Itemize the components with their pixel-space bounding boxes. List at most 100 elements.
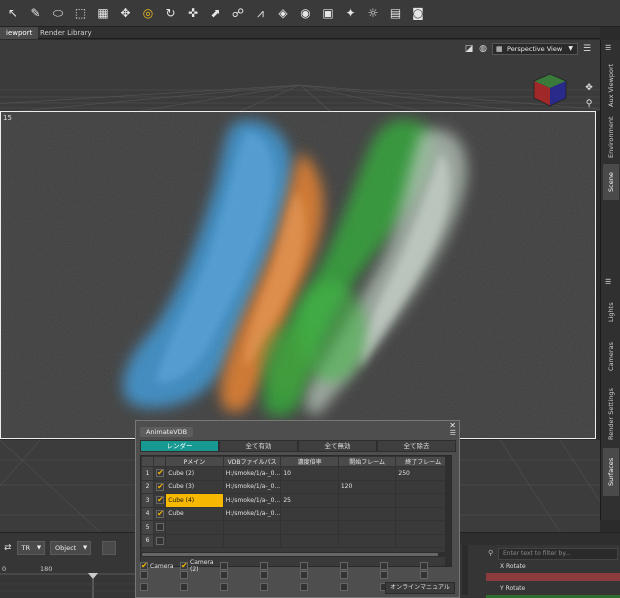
camera-cell[interactable]	[180, 583, 220, 591]
camera-cell[interactable]	[140, 571, 180, 579]
view-cube-icon[interactable]	[530, 70, 570, 110]
table-row[interactable]: 5	[141, 520, 451, 535]
row-density[interactable]: 10	[280, 466, 339, 481]
checkbox-empty[interactable]	[220, 583, 228, 591]
row-density[interactable]	[280, 506, 339, 521]
camera-cell[interactable]	[380, 571, 420, 579]
remove-all-button[interactable]: 全て除去	[377, 440, 456, 452]
camera-alt-icon[interactable]: ▣	[319, 4, 337, 22]
enable-all-button[interactable]: 全て有効	[219, 440, 298, 452]
row-path[interactable]: H:/smoke/1/a-_0...	[222, 479, 282, 494]
checkbox-empty[interactable]	[156, 536, 165, 545]
row-start-frame[interactable]	[337, 506, 397, 521]
row-density[interactable]	[280, 479, 339, 494]
row-end-frame[interactable]	[395, 506, 451, 521]
panel-scrollbar[interactable]	[462, 545, 468, 595]
render-icon[interactable]: ◙	[409, 4, 427, 22]
view-options-icon[interactable]: ◍	[478, 44, 488, 54]
panel-menu-icon[interactable]: ☰	[605, 44, 611, 52]
tab-viewport[interactable]: iewport	[0, 27, 39, 39]
camera-cell[interactable]	[300, 562, 340, 570]
camera-icon[interactable]: ◉	[297, 4, 315, 22]
key-button[interactable]	[102, 541, 117, 555]
row-path[interactable]: H:/smoke/1/a-_0...	[222, 506, 282, 521]
row-checkbox[interactable]: ✔	[153, 506, 167, 521]
checkbox-empty[interactable]	[260, 562, 268, 570]
column-header[interactable]: 終了フレーム	[395, 456, 451, 467]
row-name[interactable]: Cube (4)	[165, 493, 224, 508]
pen-icon[interactable]: ✎	[27, 4, 45, 22]
row-end-frame[interactable]	[395, 520, 451, 535]
tab-environment[interactable]: Environment	[603, 112, 619, 162]
checkbox-empty[interactable]	[420, 571, 428, 579]
light-icon[interactable]: ☼	[364, 4, 382, 22]
column-header[interactable]: Pメイン	[165, 456, 224, 467]
camera-cell[interactable]	[380, 562, 420, 570]
draw-style-icon[interactable]: ◪	[464, 44, 474, 54]
viewport[interactable]: ◪ ◍ ▦ Perspective View ▼ ☰	[0, 40, 600, 111]
render-button[interactable]: レンダー	[140, 440, 219, 452]
camera-cell[interactable]	[340, 583, 380, 591]
timeline-ruler[interactable]: 0 180	[0, 564, 135, 598]
checkbox-empty[interactable]	[180, 583, 188, 591]
checkmark-icon[interactable]: ✔	[140, 562, 148, 570]
object-dropdown[interactable]: Object ▼	[50, 541, 92, 555]
row-start-frame[interactable]	[337, 533, 397, 548]
rotate-icon[interactable]: ↻	[162, 4, 180, 22]
checkbox-empty[interactable]	[140, 583, 148, 591]
camera-cell[interactable]	[180, 571, 220, 579]
checkmark-icon[interactable]: ✔	[156, 482, 165, 491]
disable-all-button[interactable]: 全て無効	[298, 440, 377, 452]
camera-cell[interactable]	[340, 562, 380, 570]
pointer-icon[interactable]: ↖	[4, 4, 22, 22]
region-icon[interactable]: ⬚	[72, 4, 90, 22]
checkmark-icon[interactable]: ✔	[180, 562, 188, 570]
tab-cameras[interactable]: Cameras	[603, 334, 619, 380]
camera-cell[interactable]	[220, 562, 260, 570]
filter-input[interactable]: Enter text to filter by...	[498, 548, 618, 560]
camera-cell[interactable]	[260, 583, 300, 591]
camera-cell[interactable]	[420, 571, 460, 579]
pan-icon[interactable]: ✥	[582, 83, 596, 97]
table-row[interactable]: 3 ✔ Cube (4) H:/smoke/1/a-_0... 25	[141, 493, 451, 508]
move-icon[interactable]: ✥	[117, 4, 135, 22]
joint-icon[interactable]: ☍	[229, 4, 247, 22]
vertical-scrollbar[interactable]	[445, 456, 451, 566]
checkmark-icon[interactable]: ✔	[156, 496, 165, 505]
row-density[interactable]: 25	[280, 493, 339, 508]
table-row[interactable]: 2 ✔ Cube (3) H:/smoke/1/a-_0... 120	[141, 479, 451, 494]
row-checkbox[interactable]: ✔	[153, 479, 167, 494]
camera-cell[interactable]	[220, 571, 260, 579]
checkbox-empty[interactable]	[220, 562, 228, 570]
row-path[interactable]: H:/smoke/1/a-_0...	[222, 493, 282, 508]
checkbox-empty[interactable]	[420, 562, 428, 570]
row-end-frame[interactable]	[395, 533, 451, 548]
dialog-menu-icon[interactable]: ☰	[450, 429, 456, 437]
checkmark-icon[interactable]: ✔	[156, 509, 165, 518]
row-path[interactable]: H:/smoke/1/a-_0...	[222, 466, 282, 481]
tab-lights[interactable]: Lights	[603, 294, 619, 330]
column-header[interactable]: VDBファイルパス	[222, 456, 282, 467]
column-header[interactable]: 開始フレーム	[337, 456, 397, 467]
row-density[interactable]	[280, 520, 339, 535]
checkbox-empty[interactable]	[260, 571, 268, 579]
row-name[interactable]	[165, 520, 224, 535]
row-checkbox[interactable]: ✔	[153, 466, 167, 481]
view-selector[interactable]: ▦ Perspective View ▼	[492, 43, 578, 55]
row-density[interactable]	[280, 533, 339, 548]
row-name[interactable]: Cube (3)	[165, 479, 224, 494]
row-path[interactable]	[222, 533, 282, 548]
tab-render-library[interactable]: Render Library	[34, 27, 98, 39]
row-name[interactable]	[165, 533, 224, 548]
row-start-frame[interactable]: 120	[337, 479, 397, 494]
panel-menu-icon-2[interactable]: ☰	[605, 278, 611, 286]
camera-cell[interactable]	[300, 583, 340, 591]
table-row[interactable]: 1 ✔ Cube (2) H:/smoke/1/a-_0... 10 250	[141, 466, 451, 481]
camera-cell[interactable]	[340, 571, 380, 579]
camera-cell[interactable]	[260, 562, 300, 570]
geometry-icon[interactable]: ◈	[274, 4, 292, 22]
checkbox-empty[interactable]	[340, 583, 348, 591]
checkbox-empty[interactable]	[260, 583, 268, 591]
link-icon[interactable]: ⇄	[4, 543, 12, 553]
row-start-frame[interactable]	[337, 520, 397, 535]
